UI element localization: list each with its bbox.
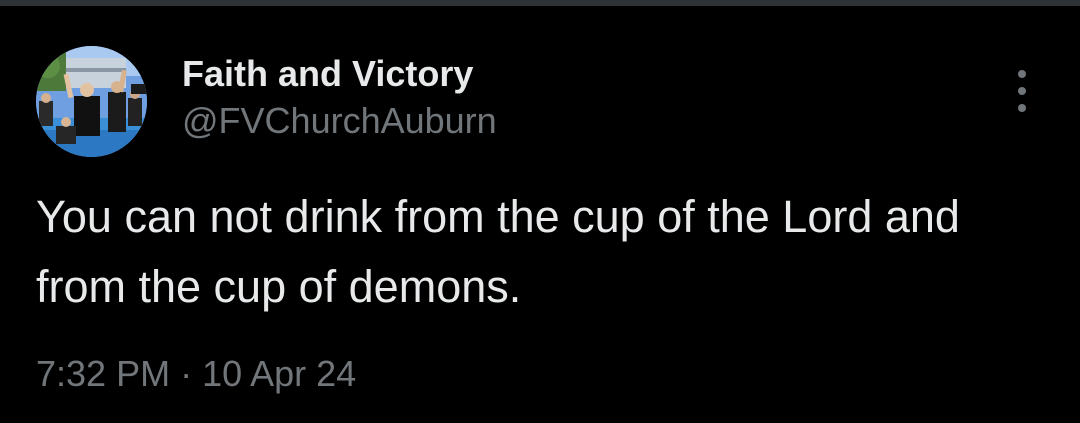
tweet: Faith and Victory @FVChurchAuburn You ca…	[0, 6, 1080, 423]
handle[interactable]: @FVChurchAuburn	[182, 99, 497, 143]
more-options-button[interactable]	[1004, 66, 1040, 116]
more-options-icon	[1018, 70, 1026, 78]
tweet-date[interactable]: 10 Apr 24	[202, 352, 356, 396]
more-options-icon	[1018, 87, 1026, 95]
avatar[interactable]	[36, 46, 147, 157]
more-options-icon	[1018, 104, 1026, 112]
timestamp-separator: ·	[180, 353, 193, 394]
profile-photo-icon	[36, 46, 147, 157]
display-name[interactable]: Faith and Victory	[182, 52, 473, 96]
tweet-text: You can not drink from the cup of the Lo…	[36, 191, 960, 312]
timestamp-row[interactable]: 7:32 PM · 10 Apr 24	[36, 352, 356, 396]
tweet-time[interactable]: 7:32 PM	[36, 352, 170, 396]
